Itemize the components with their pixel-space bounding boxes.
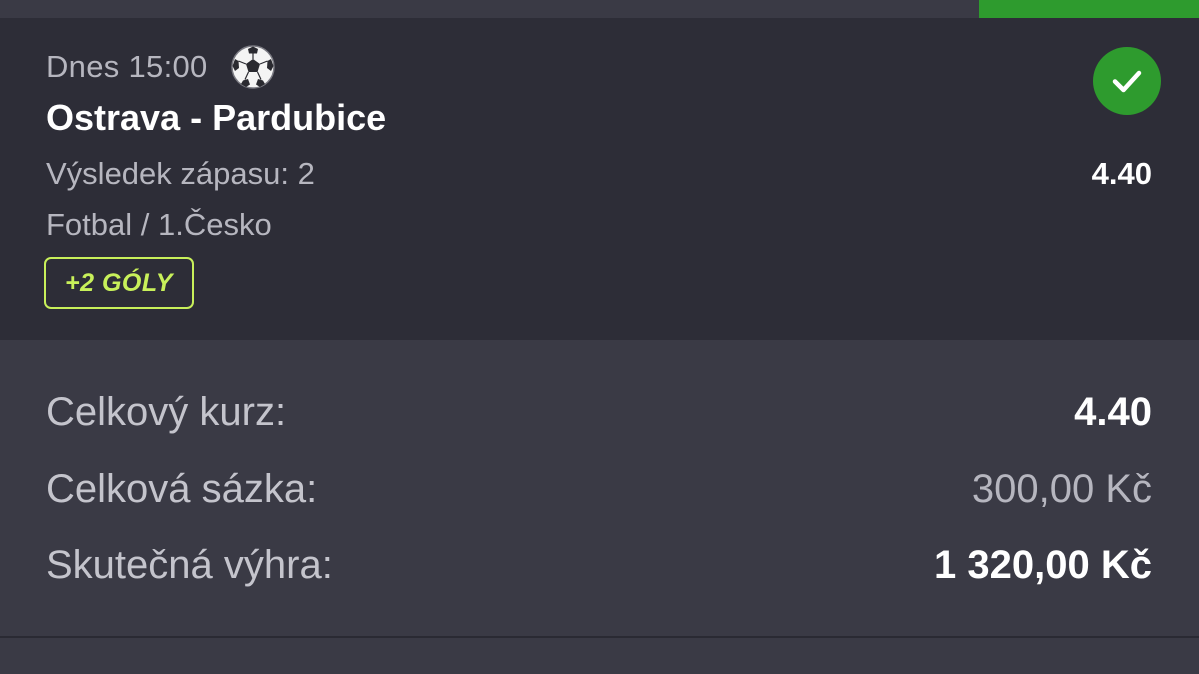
actual-win-row: Skutečná výhra: 1 320,00 Kč bbox=[46, 543, 1152, 588]
actual-win-label: Skutečná výhra: bbox=[46, 543, 333, 587]
total-stake-value: 300,00 Kč bbox=[971, 467, 1152, 511]
actual-win-value: 1 320,00 Kč bbox=[934, 543, 1152, 587]
event-datetime: Dnes 15:00 bbox=[46, 49, 208, 84]
status-bar bbox=[979, 0, 1199, 18]
total-odds-row: Celkový kurz: 4.40 bbox=[46, 390, 1152, 435]
total-odds-value: 4.40 bbox=[1074, 390, 1152, 434]
market-selection: Výsledek zápasu: 2 bbox=[46, 156, 315, 191]
league-name: Fotbal / 1.Česko bbox=[46, 207, 272, 242]
checkmark-icon bbox=[1109, 63, 1145, 99]
match-title[interactable]: Ostrava - Pardubice bbox=[46, 97, 386, 139]
selection-odds: 4.40 bbox=[1091, 156, 1152, 191]
total-stake-label: Celková sázka: bbox=[46, 467, 318, 511]
event-meta: Dnes 15:00 bbox=[46, 44, 276, 90]
soccer-ball-icon bbox=[230, 44, 276, 90]
win-status-badge bbox=[1093, 47, 1161, 115]
total-odds-label: Celkový kurz: bbox=[46, 390, 287, 434]
total-stake-row: Celková sázka: 300,00 Kč bbox=[46, 467, 1152, 512]
bottom-area bbox=[0, 638, 1199, 674]
promo-badge: +2 GÓLY bbox=[44, 257, 194, 309]
